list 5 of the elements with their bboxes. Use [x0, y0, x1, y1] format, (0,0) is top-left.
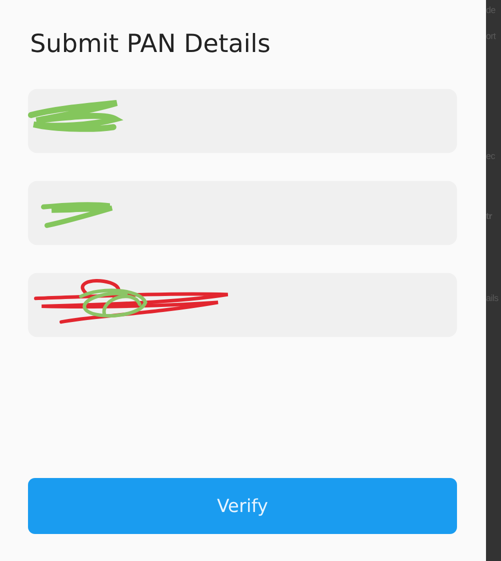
input-field[interactable] [28, 273, 457, 337]
verify-button[interactable]: Verify [28, 478, 457, 534]
input-field[interactable] [28, 89, 457, 153]
input-field[interactable] [28, 181, 457, 245]
dialog-title: Submit PAN Details [29, 28, 272, 60]
